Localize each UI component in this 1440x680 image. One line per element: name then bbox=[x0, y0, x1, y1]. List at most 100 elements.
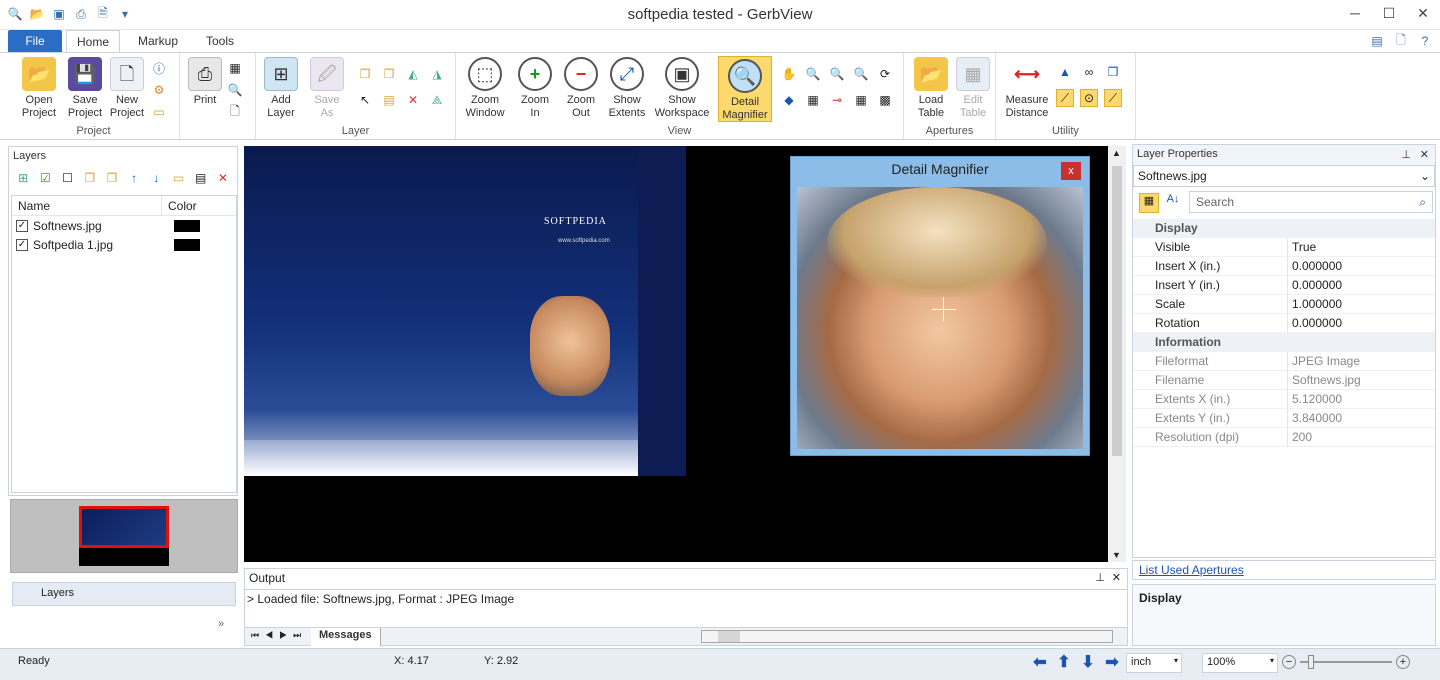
maximize-button[interactable]: ☐ bbox=[1372, 0, 1406, 26]
layer-color-swatch[interactable] bbox=[174, 219, 200, 232]
magnifier-close-button[interactable]: x bbox=[1061, 162, 1081, 180]
move-up-icon[interactable]: ↑ bbox=[126, 169, 142, 187]
save-layer-icon[interactable]: ▤ bbox=[193, 169, 209, 187]
new-project-button[interactable]: 🗋 New Project bbox=[102, 57, 152, 120]
layer-visible-checkbox[interactable]: ✓ bbox=[16, 219, 28, 232]
pin-icon[interactable]: ⊥ bbox=[1095, 571, 1105, 584]
close-panel-icon[interactable]: ✕ bbox=[1420, 148, 1429, 161]
window-layout-icon[interactable]: ▤ bbox=[1368, 32, 1386, 50]
help-icon[interactable]: ? bbox=[1416, 32, 1434, 50]
property-category-information[interactable]: Information bbox=[1133, 333, 1435, 352]
tab-markup[interactable]: Markup bbox=[124, 30, 192, 52]
minimize-button[interactable]: ─ bbox=[1338, 0, 1372, 26]
layer-color-swatch[interactable] bbox=[174, 238, 200, 251]
pan-down-icon[interactable]: ⬇ bbox=[1078, 653, 1098, 673]
document-icon[interactable]: 🗋 bbox=[1392, 32, 1410, 50]
select-cursor-icon[interactable]: ↖ bbox=[356, 91, 374, 109]
unit-select[interactable]: inch ▾ bbox=[1126, 653, 1182, 673]
delete-icon[interactable]: ✕ bbox=[404, 91, 422, 109]
property-row[interactable]: Insert Y (in.) 0.000000 bbox=[1133, 276, 1435, 295]
pin-icon[interactable]: ⊥ bbox=[1401, 148, 1411, 161]
tab-file[interactable]: File bbox=[8, 30, 62, 52]
zoom-small-icon[interactable]: 🔍 bbox=[828, 65, 846, 83]
list-used-apertures-link[interactable]: List Used Apertures bbox=[1132, 560, 1436, 580]
scrollbar-thumb[interactable] bbox=[1112, 166, 1122, 456]
add-layer-icon[interactable]: ⊞ bbox=[15, 169, 31, 187]
overview-viewport-frame[interactable] bbox=[79, 506, 169, 548]
zoom-out-button[interactable]: − Zoom Out bbox=[556, 57, 606, 120]
edit-table-button[interactable]: ▦ Edit Table bbox=[948, 57, 998, 120]
open-icon[interactable]: ▭ bbox=[170, 169, 186, 187]
refresh-view-icon[interactable]: ⟳ bbox=[876, 65, 894, 83]
zoom-minus-button[interactable]: − bbox=[1282, 655, 1296, 669]
folder-icon[interactable]: ▭ bbox=[150, 103, 168, 121]
scroll-down-icon[interactable]: ▼ bbox=[1112, 550, 1121, 560]
move-down-icon[interactable]: ↓ bbox=[148, 169, 164, 187]
print-preview-icon[interactable]: 🔍 bbox=[226, 81, 244, 99]
print-setup-icon[interactable]: ▦ bbox=[226, 59, 244, 77]
property-value[interactable]: 0.000000 bbox=[1287, 314, 1342, 333]
check-all-icon[interactable]: ☑ bbox=[37, 169, 53, 187]
property-row[interactable]: Rotation 0.000000 bbox=[1133, 314, 1435, 333]
canvas-vertical-scrollbar[interactable]: ▲ ▼ bbox=[1108, 146, 1126, 562]
hscroll-thumb[interactable] bbox=[718, 631, 740, 642]
property-row[interactable]: Visible True bbox=[1133, 238, 1435, 257]
properties-icon[interactable]: ▤ bbox=[380, 91, 398, 109]
grid-select-icon[interactable]: ▩ bbox=[876, 91, 894, 109]
property-value[interactable]: True bbox=[1287, 238, 1316, 257]
col-name-header[interactable]: Name bbox=[12, 196, 162, 215]
grid-fill-icon[interactable]: ▦ bbox=[804, 91, 822, 109]
close-panel-icon[interactable]: ✕ bbox=[1112, 571, 1121, 584]
save-as-button[interactable]: 🖉 Save As bbox=[302, 57, 352, 120]
pan-up-icon[interactable]: ⬆ bbox=[1054, 653, 1074, 673]
property-value[interactable]: 0.000000 bbox=[1287, 257, 1342, 276]
output-hscrollbar[interactable] bbox=[701, 630, 1113, 643]
zoom-in-button[interactable]: + Zoom In bbox=[510, 57, 560, 120]
categorized-view-icon[interactable]: ▦ bbox=[1139, 193, 1159, 213]
info-icon[interactable]: ⓘ bbox=[150, 59, 168, 77]
tab-home[interactable]: Home bbox=[66, 30, 120, 52]
messages-tab[interactable]: Messages bbox=[311, 628, 381, 646]
zoom-slider-track[interactable] bbox=[1300, 655, 1392, 669]
mirror-icon[interactable]: ◭ bbox=[404, 65, 422, 83]
properties-search-input[interactable]: Search ⌕ bbox=[1189, 191, 1433, 213]
measure-area-icon[interactable]: ▲ bbox=[1056, 63, 1074, 81]
detail-magnifier-button[interactable]: 🔍 Detail Magnifier bbox=[718, 56, 772, 122]
print-button[interactable]: ⎙ Print bbox=[180, 57, 230, 107]
snap-center-icon[interactable]: ⊙ bbox=[1080, 89, 1098, 107]
close-button[interactable]: ✕ bbox=[1406, 0, 1440, 26]
property-value[interactable]: 1.000000 bbox=[1287, 295, 1342, 314]
show-extents-button[interactable]: ⤢ Show Extents bbox=[602, 57, 652, 120]
flip-icon[interactable]: ◮ bbox=[428, 65, 446, 83]
snap-line-icon[interactable]: ⟋ bbox=[1056, 89, 1074, 107]
layer-select-dropdown[interactable]: Softnews.jpg ⌄ bbox=[1133, 165, 1435, 187]
pan-left-icon[interactable]: ⬅ bbox=[1030, 653, 1050, 673]
zoom-plus-button[interactable]: + bbox=[1396, 655, 1410, 669]
sort-alpha-icon[interactable]: A↓ bbox=[1163, 193, 1183, 213]
layers-panel-tab[interactable]: Layers bbox=[12, 582, 236, 606]
settings-icon[interactable]: ⚙ bbox=[150, 81, 168, 99]
zoom-window-button[interactable]: ⬚ Zoom Window bbox=[460, 57, 510, 120]
open-project-button[interactable]: 📂 Open Project bbox=[14, 57, 64, 120]
property-category-display[interactable]: Display bbox=[1133, 219, 1435, 238]
grid-icon[interactable]: ▦ bbox=[852, 91, 870, 109]
zoom-select[interactable]: 100% ▾ bbox=[1202, 653, 1278, 673]
zoom-selection-icon[interactable]: 🔍 bbox=[852, 65, 870, 83]
show-workspace-button[interactable]: ▣ Show Workspace bbox=[652, 57, 712, 120]
tab-nav-arrows-icon[interactable]: ⏮◀▶⏭ bbox=[251, 630, 307, 641]
pan-hand-icon[interactable]: ✋ bbox=[780, 65, 798, 83]
property-row[interactable]: Scale 1.000000 bbox=[1133, 295, 1435, 314]
layer-visible-checkbox[interactable]: ✓ bbox=[16, 238, 28, 251]
glasses-icon[interactable]: ∞ bbox=[1080, 63, 1098, 81]
page-icon[interactable]: 🗋 bbox=[226, 103, 244, 121]
target-icon[interactable]: ⊸ bbox=[828, 91, 846, 109]
detail-magnifier-window[interactable]: Detail Magnifier x bbox=[790, 156, 1090, 456]
copy-icon[interactable]: ❐ bbox=[82, 169, 98, 187]
output-log[interactable]: > Loaded file: Softnews.jpg, Format : JP… bbox=[245, 589, 1127, 627]
property-value[interactable]: 0.000000 bbox=[1287, 276, 1342, 295]
measure-distance-button[interactable]: ⟷ Measure Distance bbox=[1002, 57, 1052, 120]
delete-layer-icon[interactable]: ✕ bbox=[215, 169, 231, 187]
zoom-slider-thumb[interactable] bbox=[1308, 655, 1314, 669]
paste-layer-icon[interactable]: ❐ bbox=[380, 65, 398, 83]
rotate-icon[interactable]: ⟁ bbox=[428, 91, 446, 109]
